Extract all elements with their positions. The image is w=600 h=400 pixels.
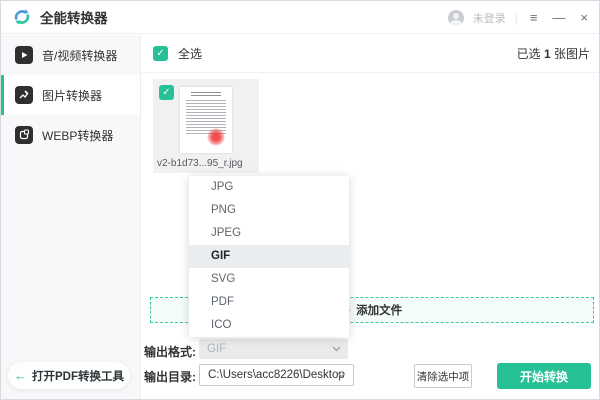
sidebar-item-audio-video-converter[interactable]: 音/视频转换器	[1, 35, 140, 75]
format-option-pdf[interactable]: PDF	[189, 291, 349, 314]
select-all-checkbox[interactable]: ✓	[153, 46, 168, 61]
format-option-jpg[interactable]: JPG	[189, 176, 349, 199]
document-preview	[180, 87, 232, 153]
main-panel: ✓ 全选 已选 1 张图片 ✓ v2-b1d73...95_r.jpg + 添加…	[142, 35, 599, 399]
sidebar-item-image-converter[interactable]: 图片转换器	[1, 75, 140, 115]
format-dropdown: JPG PNG JPEG GIF SVG PDF ICO	[189, 176, 349, 337]
chevron-down-icon	[337, 372, 346, 378]
sidebar: 音/视频转换器 图片转换器 WEBP转换器 ← 打开PDF转换工具	[1, 35, 141, 399]
file-name: v2-b1d73...95_r.jpg	[157, 158, 243, 169]
menu-icon[interactable]: ≡	[527, 9, 541, 26]
format-option-svg[interactable]: SVG	[189, 268, 349, 291]
open-pdf-tool-button[interactable]: ← 打开PDF转换工具	[7, 361, 131, 390]
converter-window: 全能转换器 未登录 | ≡ — × 音/视频转换器 图片转换器 WEBP转换器 …	[0, 0, 600, 400]
format-option-png[interactable]: PNG	[189, 199, 349, 222]
image-converter-icon	[15, 86, 33, 104]
output-dir-value: C:\Users\acc8226\Desktop	[208, 369, 345, 381]
chevron-down-icon	[332, 346, 341, 352]
output-dir-label: 输出目录:	[144, 370, 196, 384]
output-format-label: 输出格式:	[144, 345, 196, 359]
document-title-lines	[191, 92, 221, 96]
app-logo-icon	[14, 9, 30, 25]
sidebar-item-label: WEBP转换器	[42, 128, 114, 143]
video-converter-icon	[15, 46, 33, 64]
user-avatar-icon[interactable]	[447, 9, 464, 26]
selected-prefix: 已选	[516, 47, 544, 61]
format-option-jpeg[interactable]: JPEG	[189, 222, 349, 245]
file-card[interactable]: ✓ v2-b1d73...95_r.jpg	[153, 79, 259, 173]
sidebar-item-webp-converter[interactable]: WEBP转换器	[1, 115, 140, 155]
sidebar-item-label: 图片转换器	[42, 88, 103, 103]
selected-suffix: 张图片	[550, 47, 590, 61]
sidebar-item-label: 音/视频转换器	[42, 48, 118, 63]
format-option-gif[interactable]: GIF	[189, 245, 349, 268]
select-all-bar: ✓ 全选 已选 1 张图片	[142, 35, 599, 73]
format-option-ico[interactable]: ICO	[189, 314, 349, 337]
output-format-select[interactable]: GIF	[199, 339, 348, 359]
output-format-value: GIF	[207, 343, 227, 355]
selected-count: 1	[543, 47, 551, 61]
back-arrow-icon: ←	[14, 368, 27, 383]
select-all-label: 全选	[178, 47, 203, 61]
titlebar-divider: |	[514, 10, 518, 25]
clear-selected-button[interactable]: 清除选中项	[414, 364, 472, 388]
output-dir-select[interactable]: C:\Users\acc8226\Desktop	[199, 364, 354, 386]
add-file-label: 添加文件	[356, 305, 403, 317]
file-checkbox[interactable]: ✓	[159, 85, 174, 100]
selected-count-text: 已选 1 张图片	[517, 45, 590, 62]
app-title: 全能转换器	[40, 11, 108, 26]
close-icon[interactable]: ×	[577, 9, 591, 26]
webp-converter-icon	[15, 126, 33, 144]
file-thumbnail: ✓	[153, 79, 259, 155]
titlebar: 全能转换器 未登录 | ≡ — ×	[1, 1, 599, 34]
minimize-icon[interactable]: —	[549, 9, 568, 26]
start-convert-button[interactable]: 开始转换	[497, 363, 591, 389]
login-status[interactable]: 未登录	[473, 10, 506, 26]
pdf-tool-label: 打开PDF转换工具	[32, 370, 124, 383]
red-stamp	[207, 128, 225, 146]
